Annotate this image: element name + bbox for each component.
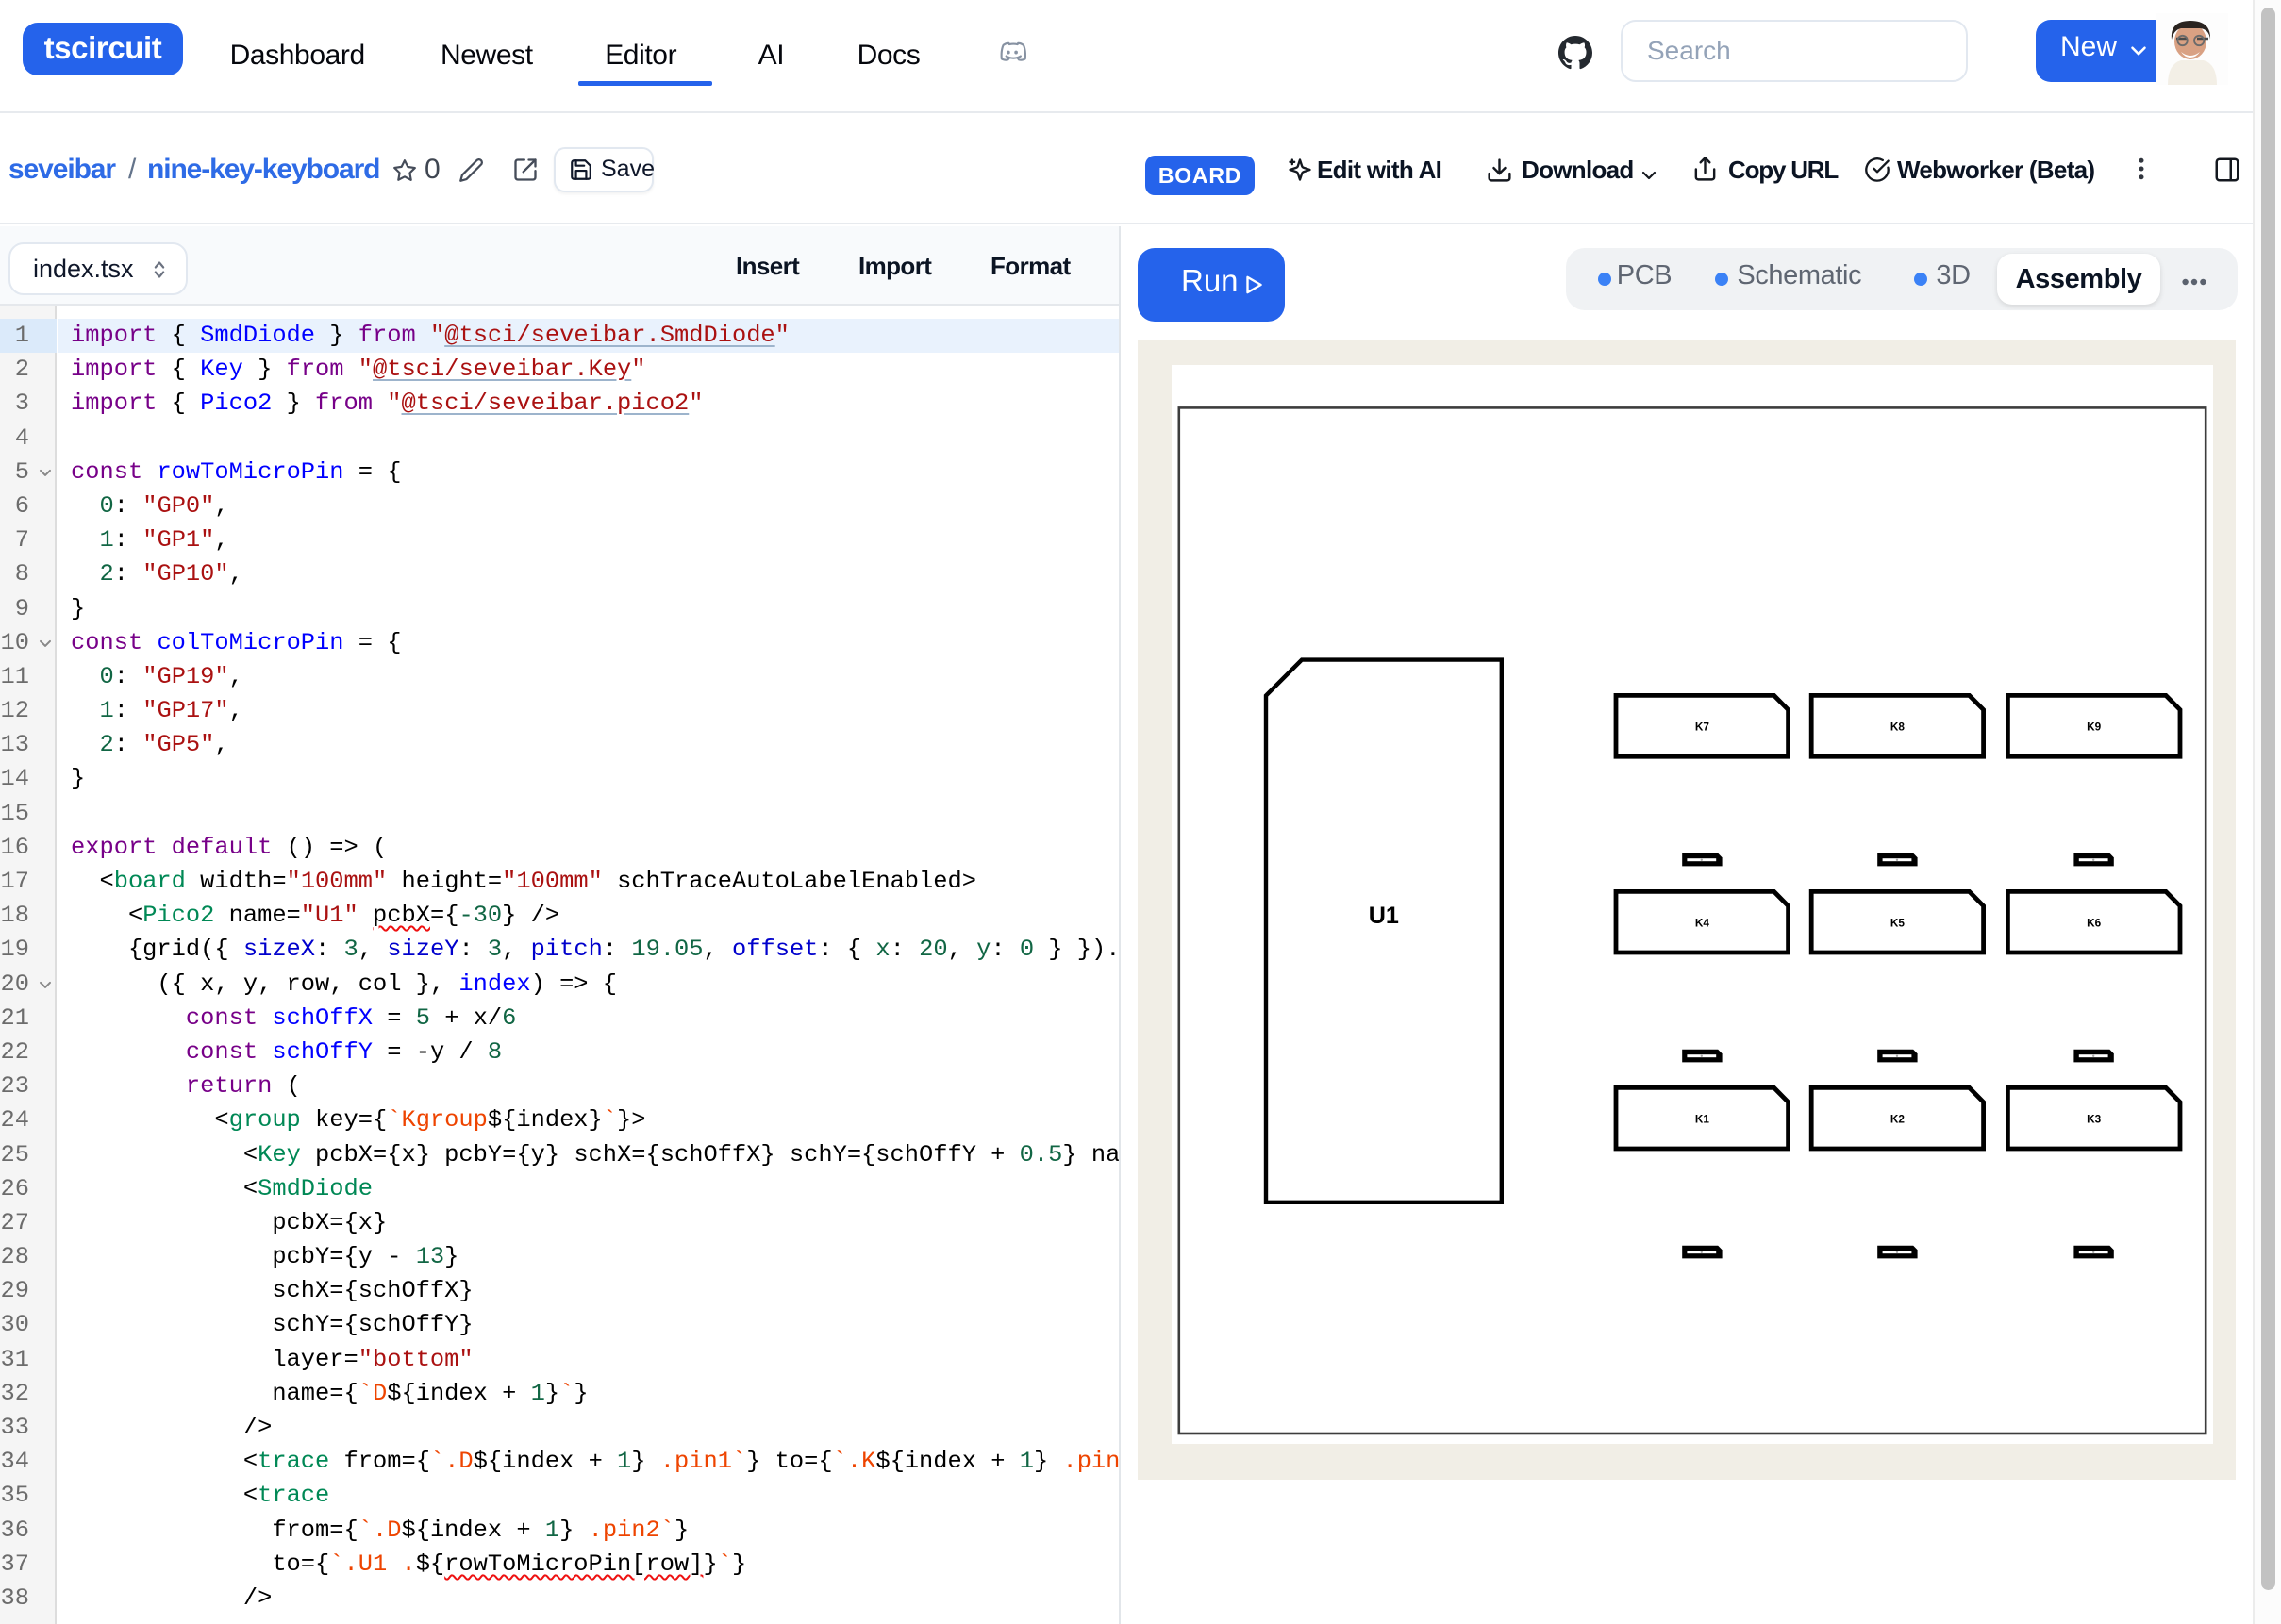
svg-text:K1: K1 [1694, 1113, 1709, 1125]
svg-text:K6: K6 [2087, 917, 2102, 929]
svg-text:U1: U1 [1368, 903, 1398, 929]
svg-text:K5: K5 [1890, 917, 1905, 929]
svg-text:K7: K7 [1694, 721, 1709, 733]
svg-text:K8: K8 [1890, 721, 1905, 733]
svg-text:K3: K3 [2087, 1113, 2102, 1125]
svg-text:K4: K4 [1694, 917, 1709, 929]
svg-text:K9: K9 [2087, 721, 2102, 733]
svg-text:K2: K2 [1890, 1113, 1905, 1125]
